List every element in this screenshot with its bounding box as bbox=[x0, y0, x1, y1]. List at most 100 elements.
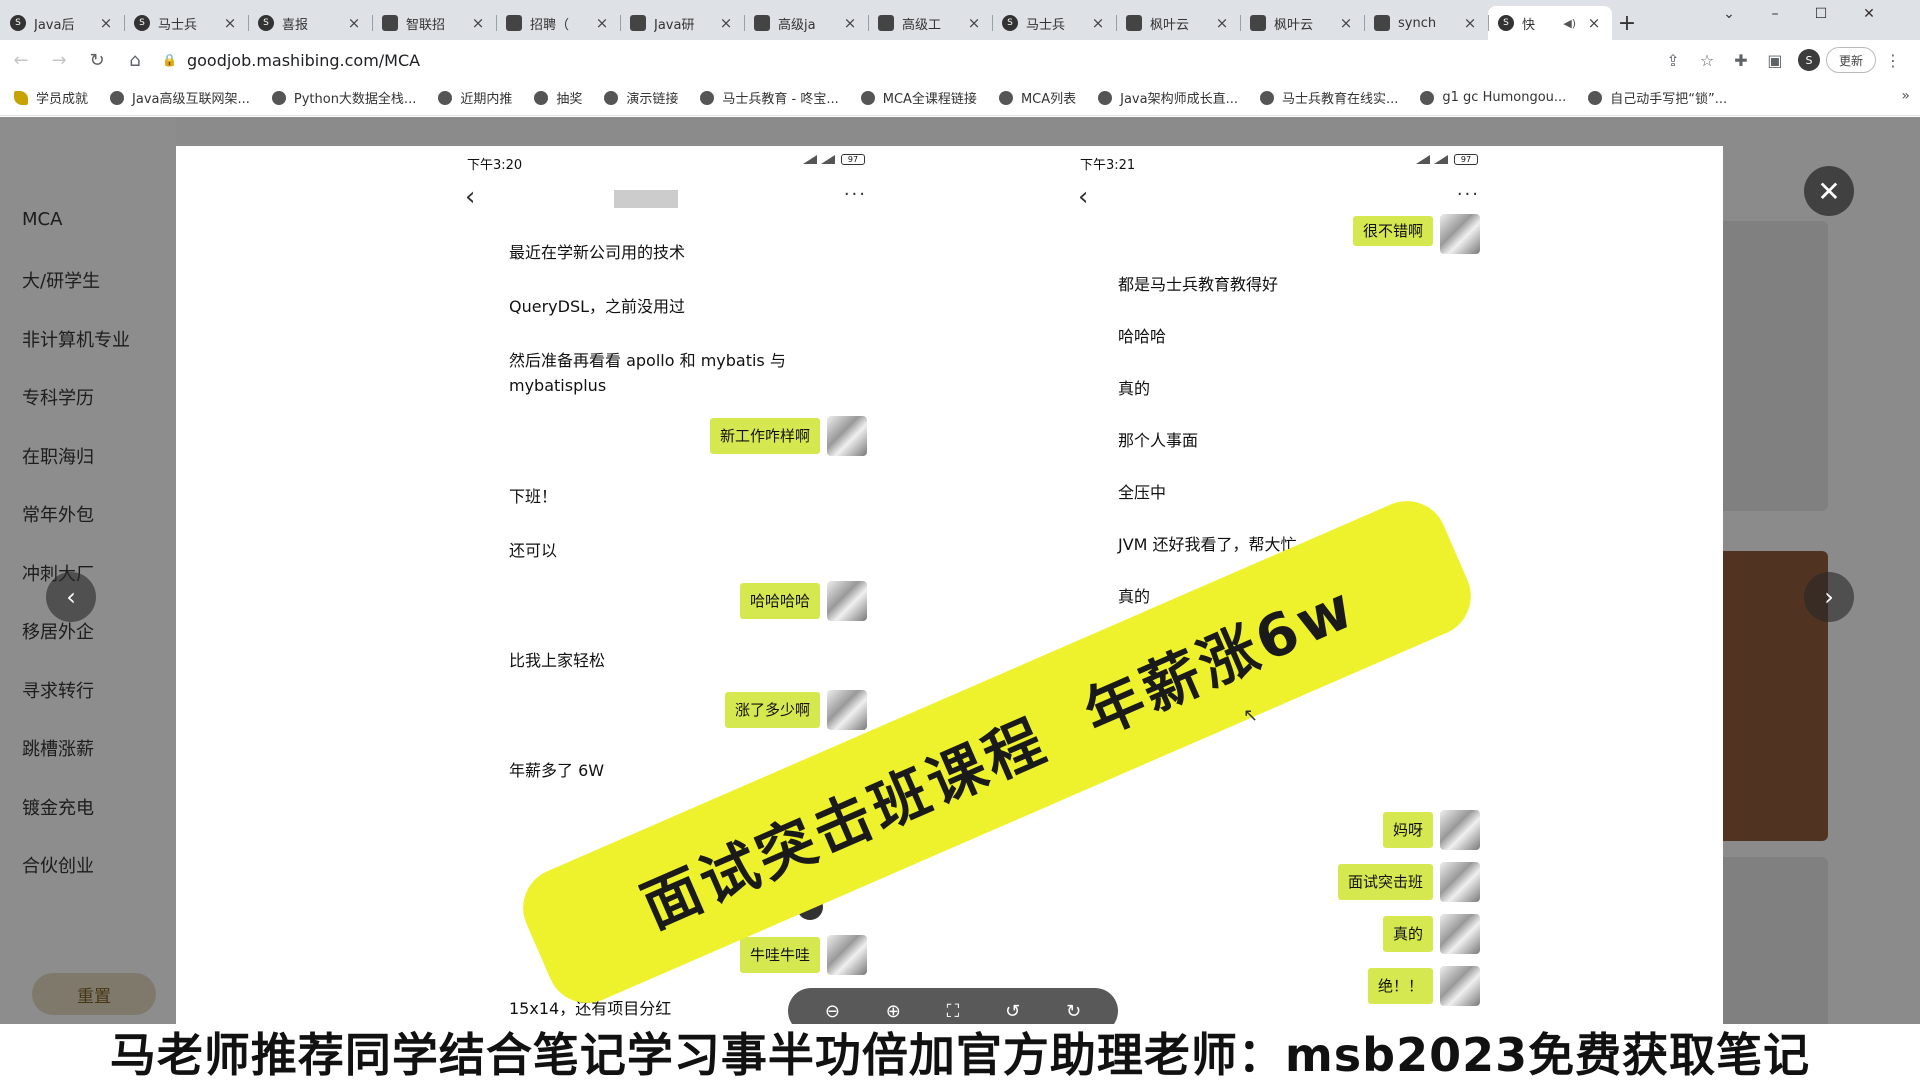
bookmark-item[interactable]: Python大数据全栈... bbox=[271, 88, 417, 107]
lock-icon: 🔒 bbox=[162, 53, 177, 67]
avatar bbox=[827, 581, 867, 621]
new-tab-button[interactable]: + bbox=[1612, 6, 1642, 40]
bookmark-label: g1 gc Humongou... bbox=[1442, 90, 1567, 105]
star-icon[interactable]: ☆ bbox=[1690, 43, 1724, 77]
next-image-button[interactable]: › bbox=[1804, 572, 1854, 622]
bookmark-item[interactable]: MCA全课程链接 bbox=[860, 88, 977, 107]
message-text: 年薪多了 6W bbox=[509, 761, 605, 780]
close-icon[interactable]: × bbox=[1462, 14, 1478, 32]
browser-tab[interactable]: S 喜报 × bbox=[248, 6, 372, 40]
browser-tab[interactable]: S Java后 × bbox=[0, 6, 124, 40]
close-icon[interactable]: × bbox=[1338, 14, 1354, 32]
close-icon[interactable]: × bbox=[842, 14, 858, 32]
status-icons: 97 bbox=[799, 154, 865, 165]
signal-icon bbox=[1416, 155, 1430, 164]
minimize-icon[interactable]: – bbox=[1752, 0, 1798, 28]
tab-title: 枫叶云 bbox=[1150, 17, 1190, 33]
bookmark-item[interactable]: 抽奖 bbox=[534, 88, 582, 107]
message-text: 真的 bbox=[1118, 379, 1151, 398]
tab-title: 喜报 bbox=[282, 17, 309, 33]
more-bookmarks-icon[interactable]: » bbox=[1901, 88, 1910, 104]
avatar bbox=[1440, 914, 1480, 954]
speaker-icon[interactable]: ◀) bbox=[1563, 17, 1576, 30]
message-bubble: 新工作咋样啊 bbox=[709, 418, 820, 454]
browser-tab[interactable]: S 马士兵 × bbox=[124, 6, 248, 40]
signal-icon bbox=[1434, 155, 1448, 164]
bookmark-label: 抽奖 bbox=[556, 92, 583, 107]
close-icon[interactable]: × bbox=[718, 14, 734, 32]
close-icon[interactable]: × bbox=[1586, 14, 1602, 32]
page-icon bbox=[878, 15, 894, 31]
back-chevron-icon: ‹ bbox=[465, 182, 476, 212]
status-bar: 下午3:21 97 bbox=[1068, 154, 1488, 174]
message-bubble: 面试突击班 bbox=[1337, 864, 1433, 900]
menu-icon[interactable]: ⋮ bbox=[1876, 43, 1910, 77]
close-icon[interactable]: × bbox=[594, 14, 610, 32]
avatar[interactable]: S bbox=[1797, 49, 1820, 71]
reload-icon[interactable]: ↻ bbox=[80, 43, 114, 77]
prev-image-button[interactable]: ‹ bbox=[46, 572, 96, 622]
message-text: 哈哈哈 bbox=[1118, 327, 1167, 346]
page-icon bbox=[1250, 15, 1266, 31]
bookmark-item[interactable]: 马士兵教育 - 咚宝... bbox=[700, 88, 839, 107]
browser-tab[interactable]: 枫叶云 × bbox=[1116, 6, 1240, 40]
bookmark-item[interactable]: 学员成就 bbox=[14, 88, 88, 107]
browser-tab[interactable]: synch × bbox=[1364, 6, 1488, 40]
browser-tab[interactable]: 高级ja × bbox=[744, 6, 868, 40]
mashibing-icon: S bbox=[134, 15, 150, 31]
tab-title: 马士兵 bbox=[158, 17, 198, 33]
viewer-close-button[interactable]: ✕ bbox=[1804, 166, 1854, 216]
bookmark-item[interactable]: 自己动手写把“锁”... bbox=[1588, 88, 1727, 107]
sidepanel-icon[interactable]: ▣ bbox=[1758, 43, 1792, 77]
browser-tab-active[interactable]: S 快 ◀) × bbox=[1488, 6, 1612, 40]
close-icon[interactable]: × bbox=[1214, 14, 1230, 32]
home-icon[interactable]: ⌂ bbox=[118, 43, 152, 77]
bookmark-item[interactable]: 近期内推 bbox=[438, 88, 512, 107]
browser-tab[interactable]: 高级工 × bbox=[868, 6, 992, 40]
message-text: QueryDSL，之前没用过 bbox=[509, 297, 686, 316]
close-icon[interactable]: × bbox=[966, 14, 982, 32]
tab-title: Java研 bbox=[654, 17, 695, 33]
bookmark-item[interactable]: Java架构师成长直... bbox=[1098, 88, 1238, 107]
close-icon[interactable]: × bbox=[98, 14, 114, 32]
extensions-icon[interactable]: ✚ bbox=[1724, 43, 1758, 77]
bookmark-icon bbox=[1420, 90, 1435, 105]
back-arrow-icon[interactable]: ← bbox=[4, 43, 38, 77]
address-bar[interactable]: 🔒 goodjob.mashibing.com/MCA bbox=[162, 45, 1622, 75]
browser-tab[interactable]: 智联招 × bbox=[372, 6, 496, 40]
more-icon: ··· bbox=[1456, 184, 1480, 205]
close-icon[interactable]: × bbox=[1090, 14, 1106, 32]
bookmark-item[interactable]: MCA列表 bbox=[998, 88, 1076, 107]
bookmark-item[interactable]: Java高级互联网架... bbox=[110, 88, 250, 107]
window-close-icon[interactable]: ✕ bbox=[1846, 0, 1892, 28]
bookmark-icon bbox=[1259, 90, 1274, 105]
browser-tab[interactable]: Java研 × bbox=[620, 6, 744, 40]
browser-tab[interactable]: 招聘（ × bbox=[496, 6, 620, 40]
close-icon[interactable]: × bbox=[470, 14, 486, 32]
bookmark-item[interactable]: 马士兵教育在线实... bbox=[1259, 88, 1398, 107]
share-icon[interactable]: ⇪ bbox=[1656, 43, 1690, 77]
close-icon[interactable]: × bbox=[222, 14, 238, 32]
mashibing-icon: S bbox=[10, 15, 26, 31]
mouse-cursor-icon: ↖ bbox=[1243, 705, 1259, 726]
bookmark-item[interactable]: 演示链接 bbox=[604, 88, 678, 107]
bookmark-item[interactable]: g1 gc Humongou... bbox=[1420, 90, 1566, 105]
bookmark-label: Python大数据全栈... bbox=[293, 92, 417, 107]
avatar bbox=[1440, 214, 1480, 254]
browser-tab[interactable]: 枫叶云 × bbox=[1240, 6, 1364, 40]
more-icon: ··· bbox=[843, 184, 867, 205]
video-subtitle: 马老师推荐同学结合笔记学习事半功倍加官方助理老师：msb2023免费获取笔记 bbox=[0, 1024, 1920, 1080]
chat-header: ‹ ··· bbox=[1068, 182, 1488, 212]
browser-tab[interactable]: S 马士兵 × bbox=[992, 6, 1116, 40]
message-text: 比我上家轻松 bbox=[509, 651, 606, 670]
forward-arrow-icon[interactable]: → bbox=[42, 43, 76, 77]
message-bubble: 妈呀 bbox=[1382, 812, 1433, 848]
tab-title: 快 bbox=[1522, 17, 1536, 33]
maximize-icon[interactable]: ☐ bbox=[1798, 0, 1844, 28]
update-button[interactable]: 更新 bbox=[1825, 47, 1876, 73]
bookmark-icon bbox=[438, 90, 453, 105]
bookmark-icon bbox=[271, 90, 286, 105]
tab-title: 招聘（ bbox=[530, 17, 570, 33]
chevron-down-icon[interactable]: ⌄ bbox=[1706, 0, 1752, 28]
close-icon[interactable]: × bbox=[346, 14, 362, 32]
